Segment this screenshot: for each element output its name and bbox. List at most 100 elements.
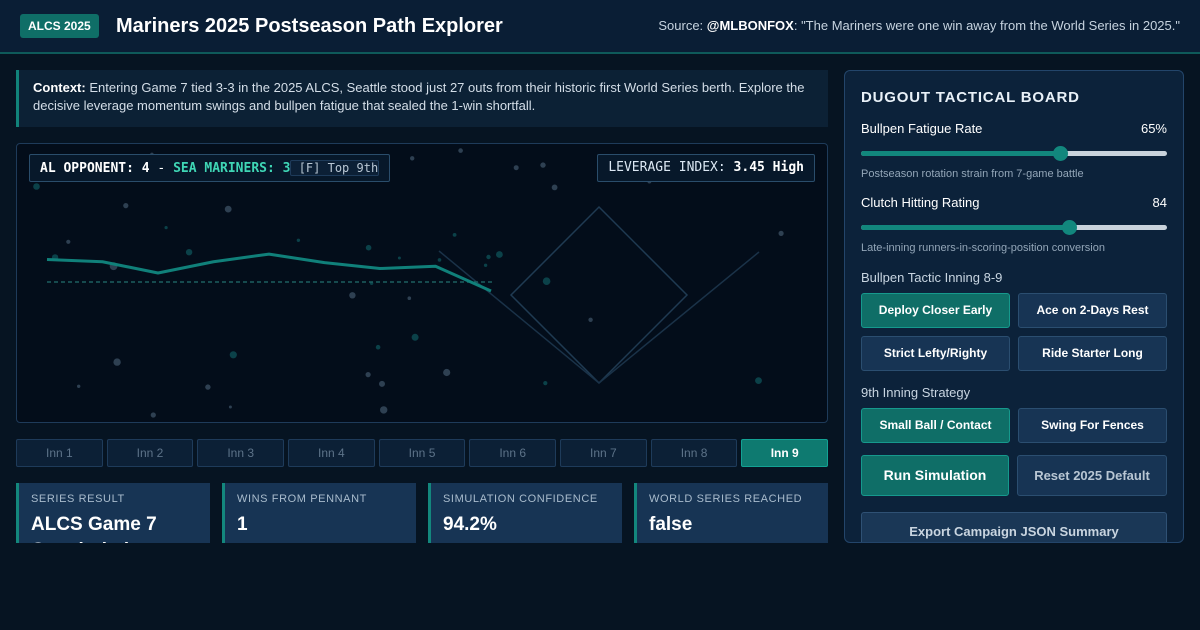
series-badge: ALCS 2025 [20, 14, 99, 38]
bullpen-fatigue-slider-group: Bullpen Fatigue Rate 65% Postseason rotat… [861, 121, 1167, 181]
tab-inning-1[interactable]: Inn 1 [16, 439, 103, 467]
particle-dot [397, 256, 401, 260]
stat-label: Series Result [31, 493, 125, 505]
tab-inning-6[interactable]: Inn 6 [469, 439, 557, 467]
particle-dot [380, 406, 388, 414]
momentum-field-canvas [33, 148, 784, 418]
particle-dot [483, 263, 488, 267]
particle-dot [542, 277, 551, 285]
particle-dot [778, 230, 784, 236]
tab-inning-9[interactable]: Inn 9 [741, 439, 829, 467]
particle-layer [33, 148, 784, 418]
slider-thumb[interactable] [1052, 146, 1068, 161]
inning-status: [F] Top 9th [290, 160, 380, 176]
tab-inning-7[interactable]: Inn 7 [560, 439, 647, 467]
slider-thumb[interactable] [1062, 220, 1078, 235]
stat-value: ALCS Game 7 Concluded [31, 514, 157, 543]
context-label: Context: [33, 80, 86, 95]
deploy-closer-early-button[interactable]: Deploy Closer Early [861, 293, 1010, 328]
tab-inning-3[interactable]: Inn 3 [197, 439, 285, 467]
particle-dot [185, 249, 193, 256]
leverage-index-display: LEVERAGE INDEX: 3.45 High [597, 154, 815, 182]
particle-dot [588, 317, 593, 322]
particle-dot [224, 205, 232, 213]
tab-inning-8[interactable]: Inn 8 [650, 439, 738, 467]
particle-dot [33, 183, 40, 190]
board-title: DUGOUT TACTICAL BOARD [861, 89, 1080, 106]
particle-dot [229, 351, 237, 359]
tab-inning-4[interactable]: Inn 4 [288, 439, 375, 467]
particle-dot [365, 372, 371, 378]
particle-dot [205, 384, 211, 390]
swing-for-fences-button[interactable]: Swing For Fences [1018, 408, 1167, 443]
particle-dot [513, 165, 519, 171]
particle-dot [443, 368, 451, 377]
particle-dot [150, 412, 156, 418]
clutch-hitting-slider[interactable] [861, 219, 1167, 235]
leverage-value: 3.45 High [733, 160, 804, 175]
bullpen-tactic-label: Bullpen Tactic Inning 8-9 [861, 270, 1003, 285]
particle-dot [164, 226, 168, 230]
infield-diamond [509, 205, 689, 385]
particle-dot [123, 203, 129, 209]
stat-value: 1 [237, 514, 248, 535]
particle-dot [486, 254, 491, 260]
particle-dot [458, 148, 463, 153]
momentum-line [46, 252, 492, 293]
right-foul-line [598, 251, 760, 384]
particle-dot [379, 380, 385, 387]
particle-dot [452, 233, 457, 237]
particle-dot [375, 344, 381, 350]
dugout-tactical-board: DUGOUT TACTICAL BOARD Bullpen Fatigue Ra… [844, 70, 1184, 543]
stats-row: Series Result ALCS Game 7 Concluded Wins… [16, 483, 828, 543]
opponent-score: AL OPPONENT: 4 [40, 161, 150, 176]
particle-dot [113, 358, 121, 366]
particle-dot [349, 292, 356, 299]
stat-label: Simulation Confidence [443, 493, 598, 505]
particle-dot [66, 239, 71, 244]
tab-inning-2[interactable]: Inn 2 [106, 439, 194, 467]
score-separator: - [149, 161, 174, 176]
clutch-hitting-slider-group: Clutch Hitting Rating 84 Late-inning runn… [861, 195, 1167, 255]
stat-card-series-result: Series Result ALCS Game 7 Concluded [16, 483, 210, 543]
small-ball-contact-button[interactable]: Small Ball / Contact [861, 408, 1010, 443]
particle-dot [77, 384, 81, 388]
stat-value: false [649, 514, 693, 535]
particle-dot [543, 381, 548, 386]
reset-default-button[interactable]: Reset 2025 Default [1017, 455, 1167, 496]
stat-card-world-series-reached: World Series Reached false [634, 483, 828, 543]
run-simulation-button[interactable]: Run Simulation [861, 455, 1009, 496]
tab-inning-5[interactable]: Inn 5 [378, 439, 466, 467]
context-panel: Context: Entering Game 7 tied 3-3 in the… [16, 70, 828, 127]
ace-two-days-rest-button[interactable]: Ace on 2-Days Rest [1018, 293, 1167, 328]
slider-label: Clutch Hitting Rating [861, 195, 980, 210]
stat-label: World Series Reached [649, 493, 803, 505]
ride-starter-long-button[interactable]: Ride Starter Long [1018, 336, 1167, 371]
particle-dot [496, 251, 503, 258]
slider-value: 84 [1152, 195, 1167, 210]
bullpen-fatigue-slider[interactable] [861, 145, 1167, 161]
app-header: ALCS 2025 Mariners 2025 Postseason Path … [0, 0, 1200, 54]
stat-value: 94.2% [443, 514, 497, 535]
particle-dot [365, 244, 372, 251]
particle-dot [410, 156, 415, 161]
source-handle[interactable]: @MLBONFOX [707, 18, 794, 33]
score-display: AL OPPONENT: 4 - SEA MARINERS: 3 [F] Top… [29, 154, 391, 182]
stat-card-wins-from-pennant: Wins From Pennant 1 [222, 483, 416, 543]
leverage-label: LEVERAGE INDEX: [608, 160, 734, 175]
strict-lefty-righty-button[interactable]: Strict Lefty/Righty [861, 336, 1010, 371]
stat-card-simulation-confidence: Simulation Confidence 94.2% [428, 483, 622, 543]
particle-dot [540, 162, 546, 168]
slider-label: Bullpen Fatigue Rate [861, 121, 983, 136]
source-prefix: Source: [658, 18, 707, 33]
source-quote: : "The Mariners were one win away from t… [793, 18, 1180, 33]
mariners-score: SEA MARINERS: 3 [173, 161, 291, 176]
source-attribution: Source: @MLBONFOX: "The Mariners were on… [658, 18, 1180, 34]
left-foul-line [438, 250, 600, 384]
particle-dot [551, 184, 558, 191]
particle-dot [755, 377, 762, 384]
particle-dot [228, 405, 232, 409]
particle-dot [407, 296, 412, 300]
export-json-summary-button[interactable]: Export Campaign JSON Summary [861, 512, 1167, 542]
slider-note: Postseason rotation strain from 7-game b… [861, 168, 1084, 180]
